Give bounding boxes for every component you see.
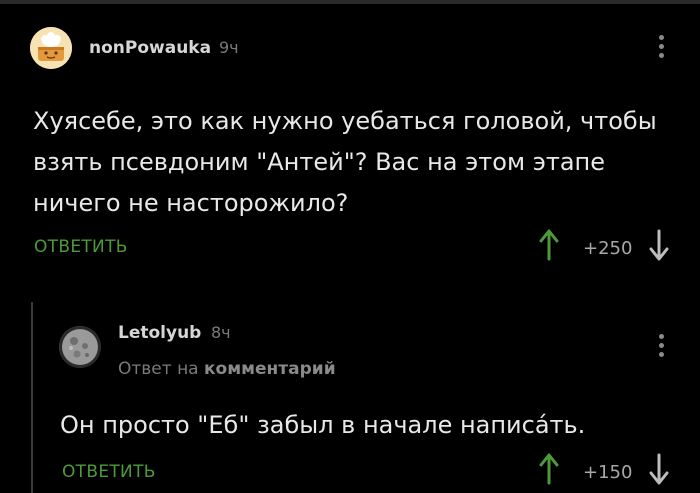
comment-score: +250 — [583, 238, 633, 259]
comment-time: 8ч — [211, 323, 231, 342]
reply-to-line: Ответ на комментарий — [118, 359, 336, 379]
comment-time: 9ч — [219, 38, 239, 57]
reply-to-link[interactable]: комментарий — [204, 359, 336, 379]
comment-text: Он просто "Еб" забыл в начале написáть. — [60, 411, 586, 439]
reply-button[interactable]: ОТВЕТИТЬ — [62, 462, 156, 482]
arrow-down-icon[interactable] — [648, 453, 670, 493]
cartoon-avatar-icon[interactable] — [30, 27, 72, 69]
comment-text: Хуясебе, это как нужно уебаться головой,… — [33, 107, 657, 217]
kebab-menu-icon[interactable] — [657, 35, 665, 62]
arrow-down-icon[interactable] — [648, 229, 670, 269]
arrow-up-icon[interactable] — [538, 229, 560, 269]
reply-button[interactable]: ОТВЕТИТЬ — [34, 237, 128, 257]
moon-avatar-icon[interactable] — [59, 326, 101, 368]
comment-score: +150 — [583, 462, 633, 483]
arrow-up-icon[interactable] — [538, 453, 560, 493]
kebab-menu-icon[interactable] — [657, 334, 665, 361]
comments-screen: nonPowauka 9ч Хуясебе, это как нужно уеб… — [0, 0, 700, 493]
comment-username[interactable]: nonPowauka — [89, 38, 211, 58]
thread-line[interactable] — [31, 302, 33, 493]
reply-to-prefix: Ответ на — [118, 359, 199, 379]
top-divider — [0, 0, 700, 4]
comment-username[interactable]: Letolyub — [118, 323, 201, 343]
